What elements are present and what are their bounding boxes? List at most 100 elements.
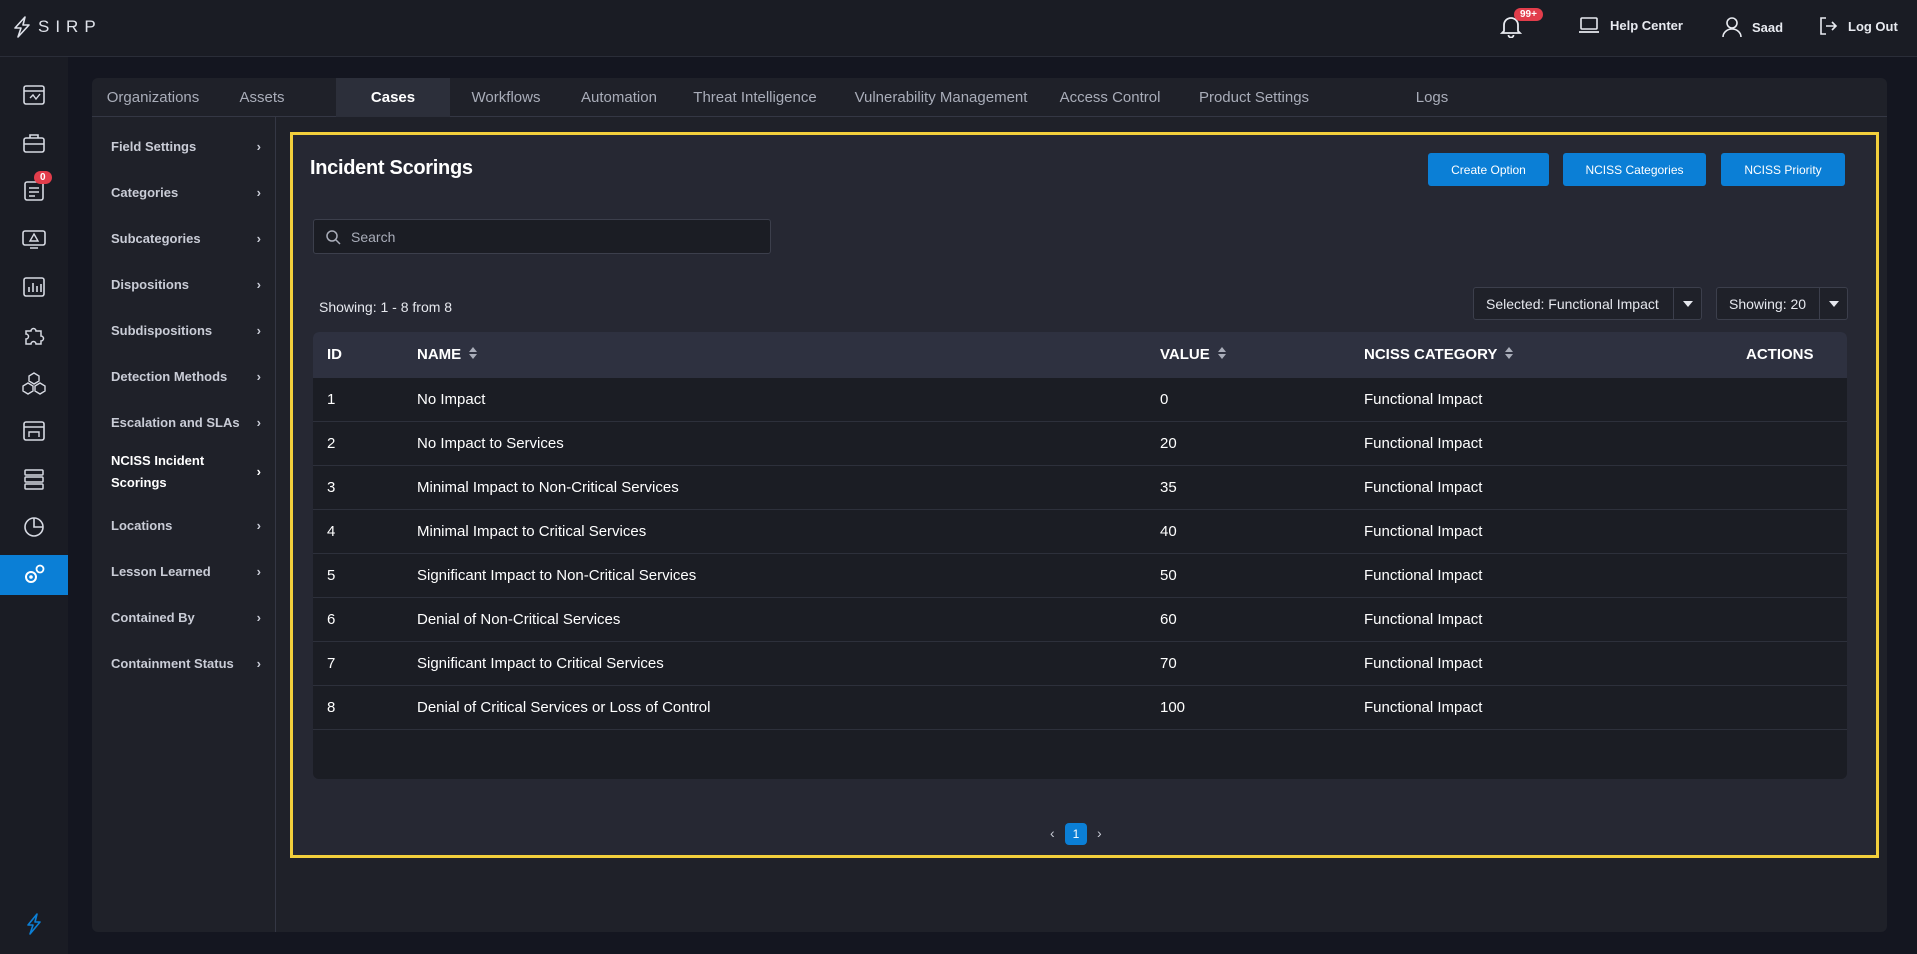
tab-threat-intelligence[interactable]: Threat Intelligence xyxy=(676,78,834,117)
asset-icon xyxy=(23,421,45,441)
nciss-categories-button[interactable]: NCISS Categories xyxy=(1563,153,1706,186)
subnav-categories[interactable]: Categories › xyxy=(111,182,261,204)
tab-organizations[interactable]: Organizations xyxy=(92,78,214,117)
cell-category: Functional Impact xyxy=(1364,391,1483,408)
subnav-label: Categories xyxy=(111,185,179,200)
table-row[interactable]: 4 Minimal Impact to Critical Services 40… xyxy=(313,510,1847,554)
subnav-label: Escalation and SLAs xyxy=(111,415,240,430)
rail-integrations[interactable] xyxy=(0,315,68,355)
cell-category: Functional Impact xyxy=(1364,699,1483,716)
tab-assets[interactable]: Assets xyxy=(214,78,310,117)
subnav-containment-status[interactable]: Containment Status › xyxy=(111,653,261,675)
subnav-label: NCISS Incident Scorings xyxy=(111,453,205,490)
settings-tabs: Organizations Assets Cases Workflows Aut… xyxy=(92,78,1887,117)
rail-cases[interactable]: 0 xyxy=(0,171,68,211)
cell-category: Functional Impact xyxy=(1364,479,1483,496)
next-page-icon[interactable]: › xyxy=(1097,825,1102,841)
table-row[interactable]: 7 Significant Impact to Critical Service… xyxy=(313,642,1847,686)
sort-icon[interactable] xyxy=(1217,332,1226,378)
puzzle-icon xyxy=(25,327,45,345)
subnav-field-settings[interactable]: Field Settings › xyxy=(111,136,261,158)
rail-bottom-logo[interactable] xyxy=(0,904,68,944)
cell-value: 100 xyxy=(1160,699,1186,716)
tab-cases[interactable]: Cases xyxy=(336,78,450,117)
user-icon xyxy=(1722,17,1742,38)
caret-down-icon xyxy=(1673,288,1701,319)
table-row[interactable]: 1 No Impact 0 Functional Impact xyxy=(313,378,1847,422)
incident-scorings-content: Incident Scorings Create Option NCISS Ca… xyxy=(290,132,1879,858)
cell-value: 40 xyxy=(1160,523,1177,540)
rail-analytics[interactable] xyxy=(0,507,68,547)
chevron-right-icon: › xyxy=(256,464,261,479)
sort-icon[interactable] xyxy=(1505,332,1514,378)
subnav-subcategories[interactable]: Subcategories › xyxy=(111,228,261,250)
table-row[interactable]: 6 Denial of Non-Critical Services 60 Fun… xyxy=(313,598,1847,642)
table-row[interactable]: 3 Minimal Impact to Non-Critical Service… xyxy=(313,466,1847,510)
cell-category: Functional Impact xyxy=(1364,611,1483,628)
alert-monitor-icon xyxy=(22,230,46,249)
logout-button[interactable]: Log Out xyxy=(1818,16,1898,36)
rail-briefcase[interactable] xyxy=(0,123,68,163)
cell-category: Functional Impact xyxy=(1364,567,1483,584)
caret-down-icon xyxy=(1819,288,1847,319)
subnav-label: Detection Methods xyxy=(111,369,228,384)
subnav-label: Subdispositions xyxy=(111,323,213,338)
cell-value: 70 xyxy=(1160,655,1177,672)
subnav-detection-methods[interactable]: Detection Methods › xyxy=(111,366,261,388)
help-center-link[interactable]: Help Center xyxy=(1578,16,1683,34)
settings-icon xyxy=(25,564,45,583)
nciss-priority-button[interactable]: NCISS Priority xyxy=(1721,153,1845,186)
sort-icon[interactable] xyxy=(469,332,478,378)
column-value[interactable]: VALUE xyxy=(1160,332,1226,378)
rail-servers[interactable] xyxy=(0,459,68,499)
chevron-right-icon: › xyxy=(256,185,261,200)
subnav-locations[interactable]: Locations › xyxy=(111,515,261,537)
create-option-button[interactable]: Create Option xyxy=(1428,153,1549,186)
tab-automation[interactable]: Automation xyxy=(562,78,676,117)
subnav-subdispositions[interactable]: Subdispositions › xyxy=(111,320,261,342)
tab-vulnerability-management[interactable]: Vulnerability Management xyxy=(846,78,1036,117)
table-row[interactable]: 8 Denial of Critical Services or Loss of… xyxy=(313,686,1847,730)
tab-product-settings[interactable]: Product Settings xyxy=(1184,78,1324,117)
subnav-escalation-slas[interactable]: Escalation and SLAs › xyxy=(111,412,261,434)
subnav-label: Lesson Learned xyxy=(111,564,211,579)
chevron-right-icon: › xyxy=(256,139,261,154)
subnav-label: Dispositions xyxy=(111,277,190,292)
cell-category: Functional Impact xyxy=(1364,435,1483,452)
cell-name: Significant Impact to Non-Critical Servi… xyxy=(417,567,697,584)
search-field[interactable] xyxy=(313,219,771,254)
subnav-nciss-incident-scorings[interactable]: NCISS Incident Scorings › xyxy=(111,450,261,494)
prev-page-icon[interactable]: ‹ xyxy=(1050,825,1055,841)
table-row[interactable]: 2 No Impact to Services 20 Functional Im… xyxy=(313,422,1847,466)
cell-category: Functional Impact xyxy=(1364,523,1483,540)
tab-workflows[interactable]: Workflows xyxy=(450,78,562,117)
page-size-select[interactable]: Showing: 20 xyxy=(1716,287,1848,320)
cell-name: Minimal Impact to Critical Services xyxy=(417,523,647,540)
tab-access-control[interactable]: Access Control xyxy=(1048,78,1172,117)
chevron-right-icon: › xyxy=(256,518,261,533)
rail-reports[interactable] xyxy=(0,267,68,307)
subnav-label: Containment Status xyxy=(111,656,234,671)
table-row[interactable]: 5 Significant Impact to Non-Critical Ser… xyxy=(313,554,1847,598)
dashboard-icon xyxy=(23,85,45,105)
page-number-current[interactable]: 1 xyxy=(1065,823,1087,845)
bolt-logo-icon xyxy=(14,16,30,38)
subnav-dispositions[interactable]: Dispositions › xyxy=(111,274,261,296)
rail-modules[interactable] xyxy=(0,363,68,403)
category-select[interactable]: Selected: Functional Impact xyxy=(1473,287,1702,320)
rail-settings[interactable] xyxy=(0,555,68,595)
subnav-contained-by[interactable]: Contained By › xyxy=(111,607,261,629)
rail-assets[interactable] xyxy=(0,411,68,451)
notifications-button[interactable]: 99+ xyxy=(1500,8,1543,38)
rail-dashboard[interactable] xyxy=(0,75,68,115)
column-name[interactable]: NAME xyxy=(417,332,478,378)
tab-logs[interactable]: Logs xyxy=(1382,78,1482,117)
app-logo[interactable]: SIRP xyxy=(12,16,102,38)
results-count: Showing: 1 - 8 from 8 xyxy=(319,299,453,315)
column-nciss-category[interactable]: NCISS CATEGORY xyxy=(1364,332,1514,378)
search-icon xyxy=(326,229,341,245)
subnav-lesson-learned[interactable]: Lesson Learned › xyxy=(111,561,261,583)
user-menu[interactable]: Saad xyxy=(1722,16,1783,38)
search-input[interactable] xyxy=(351,228,751,245)
rail-alerts[interactable] xyxy=(0,219,68,259)
